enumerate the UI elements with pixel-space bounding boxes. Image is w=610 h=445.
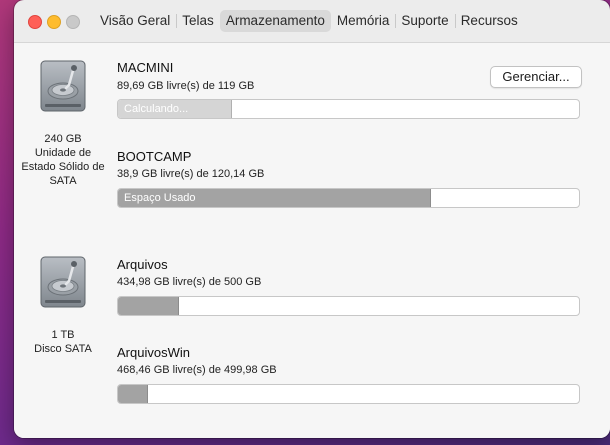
volume-free-arquivos: 434,98 GB livre(s) de 500 GB [117,276,262,288]
tab-bar: Visão Geral Telas Armazenamento Memória … [94,9,524,33]
title-bar: Visão Geral Telas Armazenamento Memória … [14,0,610,42]
hard-drive-icon [40,256,86,308]
manage-button[interactable]: Gerenciar... [490,66,582,88]
storage-bar-label: Calculando... [124,103,189,115]
volume-free-macmini: 89,69 GB livre(s) de 119 GB [117,80,255,92]
drive-caption-ssd: 240 GB Unidade de Estado Sólido de SATA [17,132,109,188]
drive-type-line: Estado Sólido de [21,161,105,173]
drive-type-line: Unidade de [34,147,92,159]
hard-drive-icon [40,60,86,112]
volume-name-arquivoswin: ArquivosWin [117,345,190,360]
zoom-button[interactable] [66,15,80,29]
storage-panel: 240 GB Unidade de Estado Sólido de SATA … [14,42,610,438]
tab-memory[interactable]: Memória [331,10,396,32]
storage-bar-label: Espaço Usado [124,192,196,204]
volume-free-arquivoswin: 468,46 GB livre(s) de 499,98 GB [117,364,277,376]
volume-name-macmini: MACMINI [117,60,174,75]
system-info-window: Visão Geral Telas Armazenamento Memória … [14,0,610,438]
volume-name-bootcamp: BOOTCAMP [117,149,192,164]
tab-displays[interactable]: Telas [176,10,220,32]
tab-overview[interactable]: Visão Geral [94,10,176,32]
drive-type-line: Disco SATA [34,343,92,355]
close-button[interactable] [28,15,42,29]
storage-bar-fill [118,297,179,315]
drive-caption-hdd: 1 TB Disco SATA [17,328,109,356]
minimize-button[interactable] [47,15,61,29]
drive-capacity: 240 GB [44,133,82,145]
storage-bar-bootcamp: Espaço Usado [117,188,580,208]
storage-bar-arquivoswin [117,384,580,404]
tab-storage[interactable]: Armazenamento [219,10,331,32]
tab-support[interactable]: Suporte [395,10,454,32]
volume-free-bootcamp: 38,9 GB livre(s) de 120,14 GB [117,168,265,180]
volume-name-arquivos: Arquivos [117,257,168,272]
drive-type-line: SATA [49,175,77,187]
drive-capacity: 1 TB [51,329,75,341]
tab-resources[interactable]: Recursos [454,10,524,32]
storage-bar-fill [118,385,149,403]
storage-bar-arquivos [117,296,580,316]
storage-bar-macmini: Calculando... [117,99,580,119]
